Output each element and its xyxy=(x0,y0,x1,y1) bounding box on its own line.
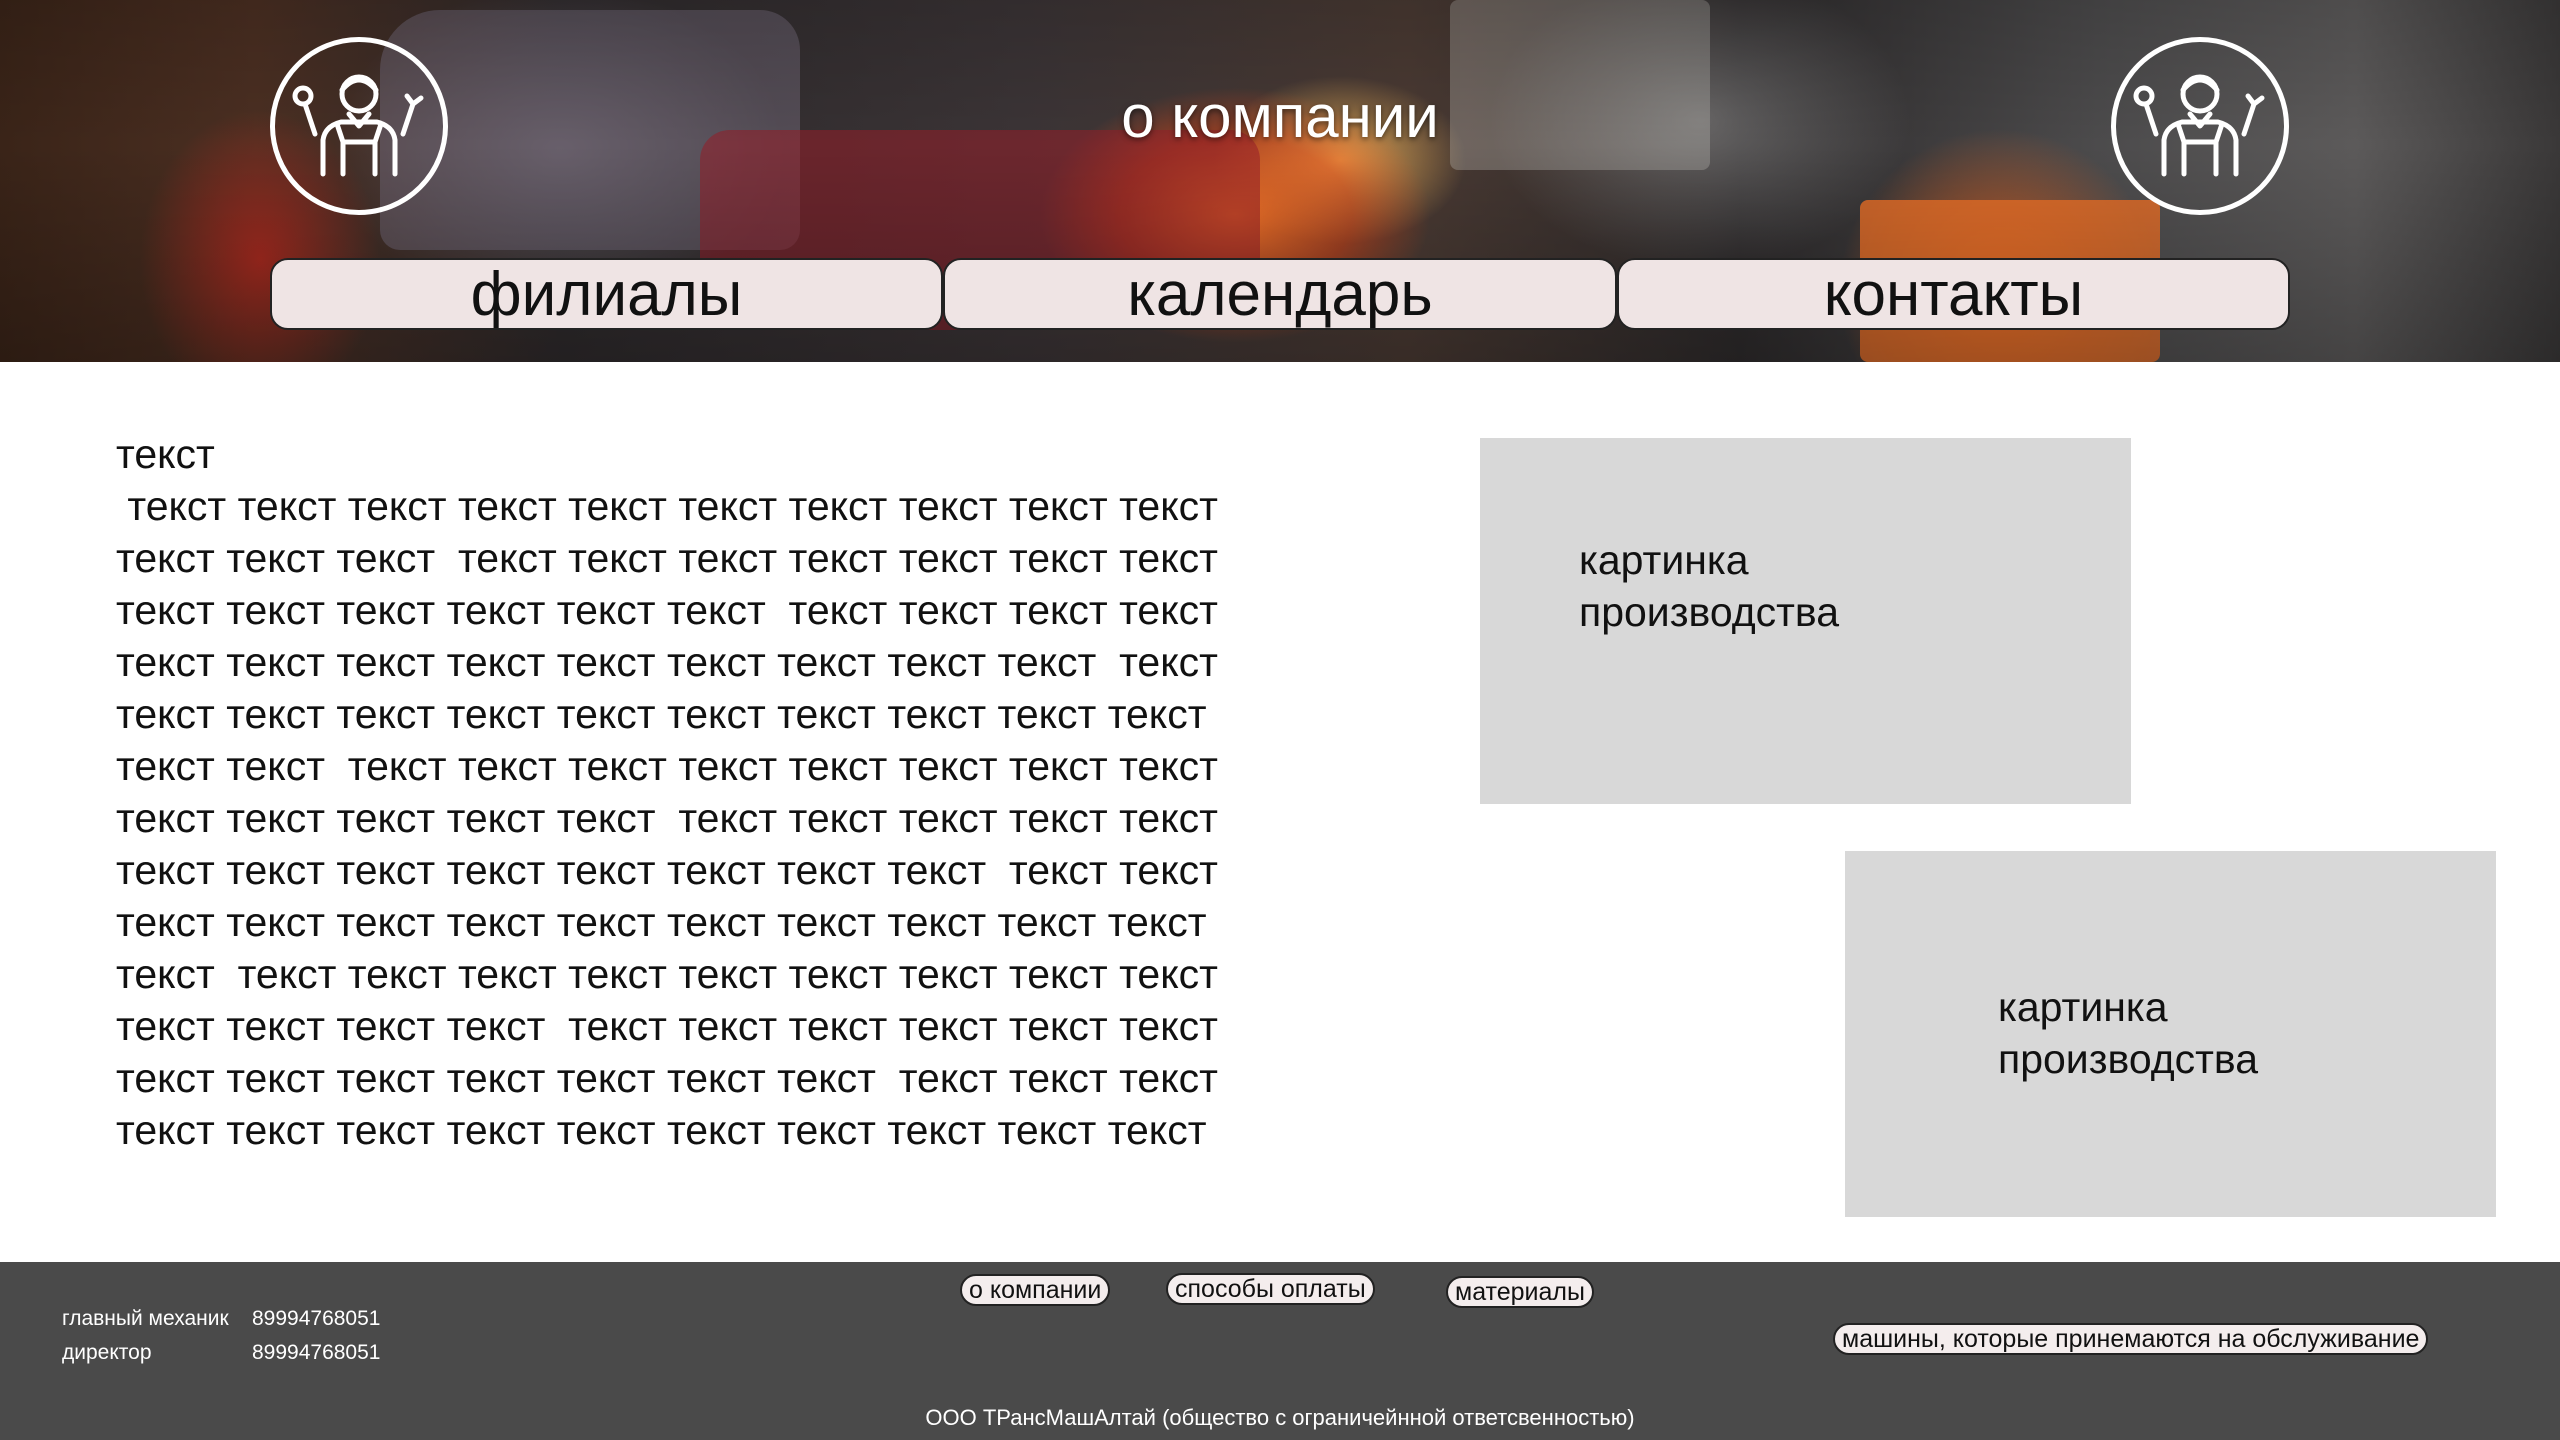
text-line: текст текст текст текст текст текст текс… xyxy=(116,899,1207,945)
footer-contacts: главный механик 89994768051 директор 89994… xyxy=(62,1302,380,1370)
contact-phone[interactable]: 89994768051 xyxy=(252,1307,380,1330)
production-image-placeholder: картинка производства xyxy=(1845,851,2496,1217)
contact-row: главный механик 89994768051 xyxy=(62,1302,380,1336)
text-line: текст текст текст текст текст текст текс… xyxy=(116,535,1218,581)
text-line: текст текст текст текст текст текст текс… xyxy=(116,691,1207,737)
text-line: текст текст текст текст текст текст текс… xyxy=(116,951,1218,997)
text-line: текст текст текст текст текст текст текс… xyxy=(116,795,1218,841)
logo-left[interactable] xyxy=(270,37,448,215)
mechanic-icon xyxy=(2133,74,2265,177)
text-line: текст текст текст текст текст текст текс… xyxy=(116,587,1218,633)
footer-link-serviced-vehicles[interactable]: машины, которые принемаются на обслужива… xyxy=(1833,1323,2429,1355)
contact-role: директор xyxy=(62,1341,152,1364)
image-caption: картинка производства xyxy=(1579,537,1840,635)
image-caption: картинка производства xyxy=(1998,984,2259,1082)
text-line: текст текст текст текст текст текст текс… xyxy=(116,1055,1218,1101)
footer-link-payment[interactable]: способы оплаты xyxy=(1166,1273,1375,1305)
text-line: текст текст текст текст текст текст текс… xyxy=(116,743,1218,789)
mechanic-icon xyxy=(292,74,424,177)
footer-link-materials[interactable]: материалы xyxy=(1446,1276,1594,1308)
contact-phone[interactable]: 89994768051 xyxy=(252,1341,380,1364)
text-line: текст текст текст текст текст текст текс… xyxy=(116,639,1218,685)
nav-button-contacts[interactable]: контакты xyxy=(1617,258,2290,330)
text-line: текст текст текст текст текст текст текс… xyxy=(116,483,1218,529)
header-banner: о компании филиалы календарь контакты xyxy=(0,0,2560,362)
page-title: о компании xyxy=(1121,83,1439,150)
contact-role: главный механик xyxy=(62,1307,229,1330)
nav-button-branches[interactable]: филиалы xyxy=(270,258,943,330)
text-line: текст xyxy=(116,431,215,477)
text-line: текст текст текст текст текст текст текс… xyxy=(116,1003,1218,1049)
logo-right[interactable] xyxy=(2111,37,2289,215)
text-line: текст текст текст текст текст текст текс… xyxy=(116,847,1218,893)
footer-link-about[interactable]: о компании xyxy=(960,1274,1111,1306)
nav-button-calendar[interactable]: календарь xyxy=(943,258,1617,330)
footer: главный механик 89994768051 директор 89994… xyxy=(0,1262,2560,1440)
body-text: текст текст текст текст текст текст текс… xyxy=(116,428,1406,1156)
text-line: текст текст текст текст текст текст текс… xyxy=(116,1107,1207,1153)
production-image-placeholder: картинка производства xyxy=(1480,438,2131,804)
footer-legal-text: ООО ТРансМашАлтай (общество с ограничейн… xyxy=(925,1405,1635,1430)
contact-row: директор 89994768051 xyxy=(62,1336,380,1370)
